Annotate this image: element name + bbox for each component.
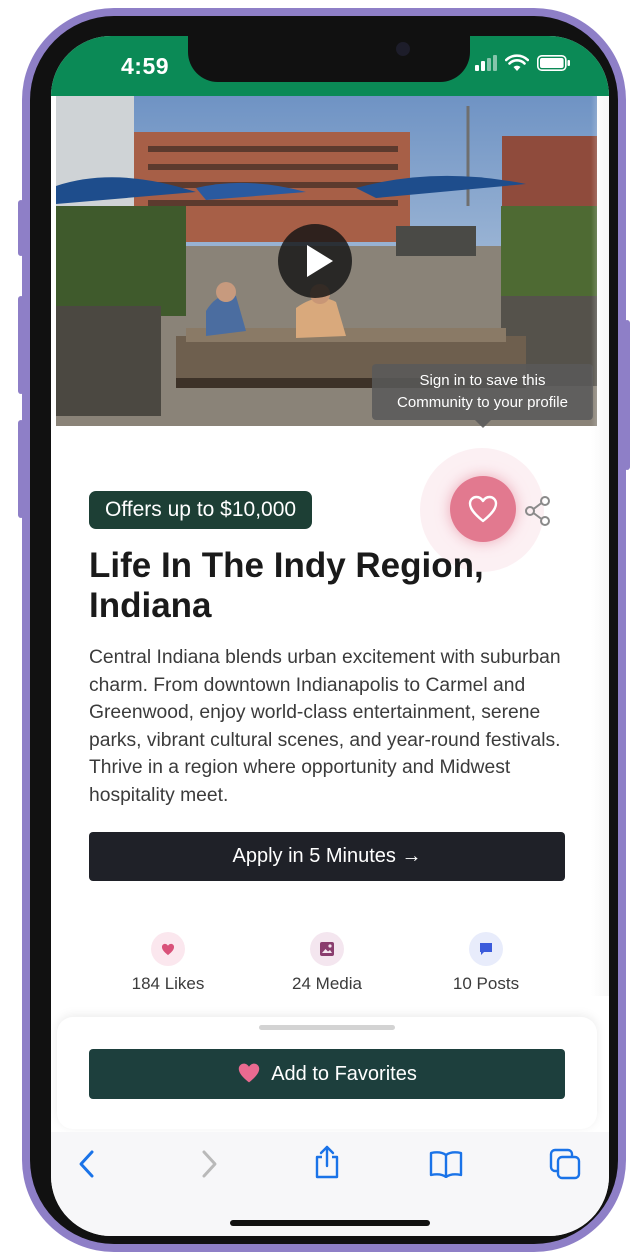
notch bbox=[188, 36, 470, 82]
add-to-favorites-button[interactable]: Add to Favorites bbox=[89, 1049, 565, 1099]
cellular-icon bbox=[475, 55, 497, 71]
back-button[interactable] bbox=[77, 1148, 97, 1185]
apply-button[interactable]: Apply in 5 Minutes → bbox=[89, 832, 565, 881]
share-icon bbox=[315, 1145, 339, 1179]
add-to-favorites-label: Add to Favorites bbox=[271, 1063, 417, 1085]
heart-icon bbox=[161, 943, 175, 956]
tooltip-line-2: Community to your profile bbox=[397, 394, 568, 411]
bookmarks-button[interactable] bbox=[429, 1150, 463, 1183]
heart-filled-icon bbox=[238, 1063, 260, 1083]
media-icon-badge bbox=[310, 932, 344, 966]
chat-icon bbox=[480, 943, 492, 955]
bookmarks-icon bbox=[429, 1151, 463, 1179]
front-camera bbox=[396, 42, 410, 56]
edge-shadow bbox=[591, 96, 609, 996]
posts-icon-badge bbox=[469, 932, 503, 966]
save-tooltip: Sign in to save this Community to your p… bbox=[372, 364, 593, 420]
status-bar: 4:59 bbox=[51, 36, 609, 96]
likes-stat[interactable]: 184 Likes bbox=[108, 932, 228, 994]
posts-label: 10 Posts bbox=[452, 974, 520, 993]
heart-outline-icon bbox=[468, 495, 498, 523]
home-indicator bbox=[230, 1220, 430, 1226]
share-page-button[interactable] bbox=[313, 1144, 341, 1185]
likes-icon-badge bbox=[151, 932, 185, 966]
tooltip-arrow bbox=[475, 420, 491, 428]
image-icon bbox=[320, 942, 334, 956]
tabs-icon bbox=[549, 1148, 581, 1180]
community-title: Life In The Indy Region, Indiana bbox=[89, 546, 484, 625]
battery-icon bbox=[537, 55, 570, 71]
power-button bbox=[624, 320, 630, 470]
play-button[interactable] bbox=[278, 224, 352, 298]
sheet-drag-handle[interactable] bbox=[259, 1025, 395, 1030]
community-description: Central Indiana blends urban excitement … bbox=[89, 647, 561, 806]
wifi-icon bbox=[505, 54, 529, 71]
forward-button[interactable] bbox=[199, 1148, 219, 1185]
back-icon bbox=[79, 1150, 94, 1178]
screen: 4:59 Sign in to save this Community to y… bbox=[51, 36, 609, 1236]
status-time: 4:59 bbox=[121, 53, 170, 79]
tabs-button[interactable] bbox=[549, 1148, 581, 1185]
offer-badge: Offers up to $10,000 bbox=[89, 491, 313, 529]
media-stat[interactable]: 24 Media bbox=[267, 932, 387, 994]
share-nodes-icon bbox=[525, 496, 550, 526]
media-label: 24 Media bbox=[292, 974, 362, 993]
mute-switch bbox=[18, 200, 24, 256]
favorite-button[interactable] bbox=[450, 476, 516, 542]
forward-icon bbox=[202, 1150, 217, 1178]
likes-label: 184 Likes bbox=[131, 974, 205, 993]
bottom-sheet: Add to Favorites bbox=[57, 1017, 597, 1129]
share-button[interactable] bbox=[524, 496, 552, 531]
posts-stat[interactable]: 10 Posts bbox=[426, 932, 546, 994]
tooltip-line-1: Sign in to save this bbox=[419, 372, 546, 389]
volume-up-button bbox=[18, 296, 24, 394]
volume-down-button bbox=[18, 420, 24, 518]
status-icons bbox=[475, 54, 571, 72]
